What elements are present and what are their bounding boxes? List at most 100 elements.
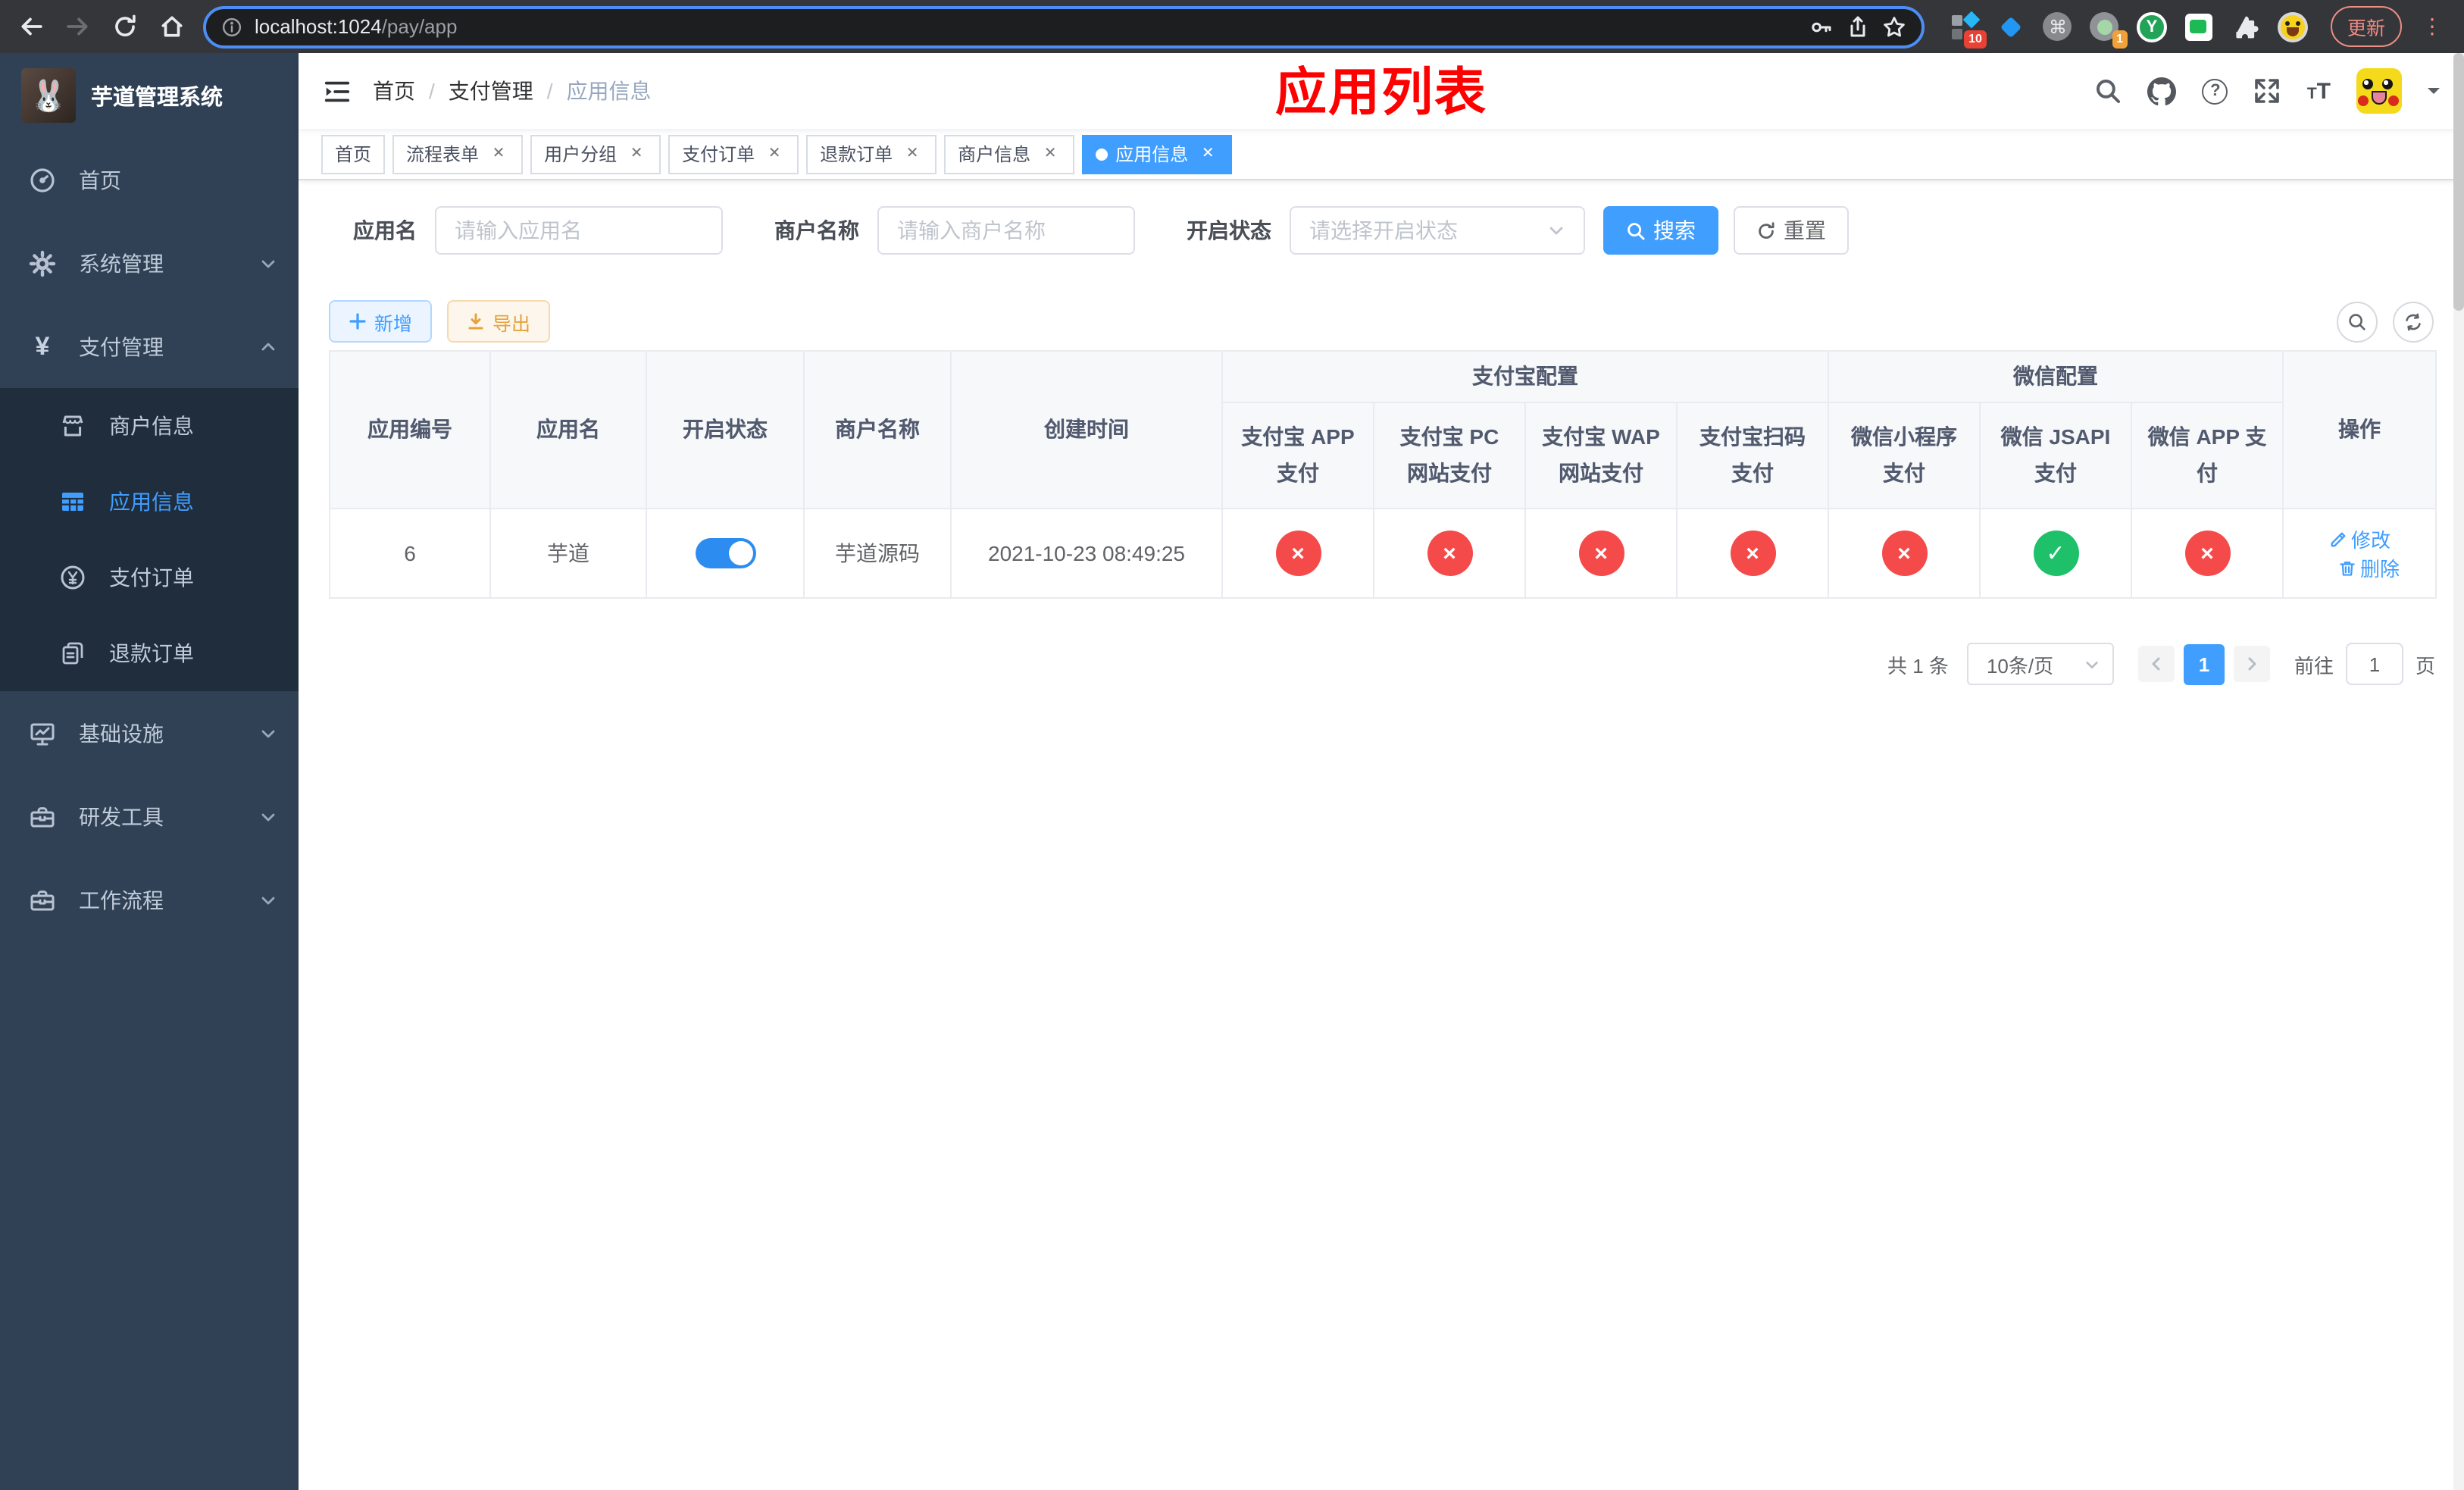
- sidebar-item-workflow[interactable]: 工作流程: [0, 858, 299, 941]
- sidebar-item-system[interactable]: 系统管理: [0, 221, 299, 305]
- col-wx-jsapi: 微信 JSAPI 支付: [1979, 402, 2132, 509]
- url-bar[interactable]: localhost:1024/pay/app: [203, 5, 1925, 48]
- next-page-button[interactable]: [2233, 646, 2270, 682]
- sidebar-item-pay[interactable]: ¥ 支付管理: [0, 305, 299, 388]
- goto-page-input[interactable]: 1: [2345, 643, 2403, 685]
- page-size-select[interactable]: 10条/页: [1966, 643, 2114, 685]
- extension-gem-icon[interactable]: [1996, 11, 2026, 42]
- cell-created: 2021-10-23 08:49:25: [950, 508, 1223, 599]
- add-button[interactable]: 新增: [329, 300, 433, 343]
- github-icon[interactable]: [2147, 77, 2177, 105]
- sidebar-item-home[interactable]: 首页: [0, 138, 299, 221]
- trash-icon: [2339, 561, 2354, 575]
- status-toggle[interactable]: [695, 538, 755, 568]
- group-wechat-config: 微信配置: [1827, 350, 2284, 403]
- app-name-input[interactable]: [455, 218, 703, 243]
- export-button[interactable]: 导出: [447, 300, 551, 343]
- close-icon[interactable]: [488, 143, 509, 164]
- app-name-label: 应用名: [353, 218, 417, 243]
- browser-menu-icon[interactable]: ⋮: [2422, 14, 2443, 39]
- back-icon[interactable]: [18, 14, 44, 39]
- chevron-down-icon: [259, 807, 277, 825]
- merchant-name-label: 商户名称: [774, 218, 859, 243]
- toolbox-icon: [27, 803, 58, 830]
- bookmark-star-icon[interactable]: [1882, 14, 1906, 39]
- sidebar-item-pay-order[interactable]: 支付订单: [0, 540, 299, 615]
- documents-icon: [58, 640, 88, 667]
- refresh-table-button[interactable]: [2393, 301, 2434, 342]
- extension-chat-icon[interactable]: [2184, 11, 2214, 42]
- prev-page-button[interactable]: [2137, 646, 2175, 682]
- edit-link[interactable]: 修改: [2328, 524, 2391, 553]
- sidebar-collapse-icon[interactable]: [323, 77, 352, 105]
- forward-icon[interactable]: [65, 14, 91, 39]
- sidebar-item-merchant[interactable]: 商户信息: [0, 388, 299, 464]
- chevron-down-icon: [259, 724, 277, 742]
- reset-button[interactable]: 重置: [1734, 206, 1849, 255]
- font-size-icon[interactable]: TT: [2307, 78, 2331, 104]
- close-icon[interactable]: [626, 143, 647, 164]
- col-app-name: 应用名: [489, 350, 647, 509]
- extensions-puzzle-icon[interactable]: [2231, 11, 2261, 42]
- breadcrumb-home[interactable]: 首页: [373, 76, 415, 106]
- browser-window: localhost:1024/pay/app 10 ⌘ 1 Y 更新 ⋮ 🐰 芋…: [0, 0, 2464, 1490]
- tab-merchant-info[interactable]: 商户信息: [944, 134, 1075, 174]
- app-table: 应用编号 应用名 开启状态 商户名称 创建时间 支付宝配置 微信配置 操作 支付…: [329, 350, 2437, 599]
- extension-sketch-icon[interactable]: 10: [1949, 10, 1987, 48]
- reload-icon[interactable]: [112, 14, 138, 39]
- page-suffix: 页: [2415, 654, 2435, 677]
- tab-user-group[interactable]: 用户分组: [530, 134, 661, 174]
- search-form: 应用名 商户名称 开启状态 请选择开启状态 搜索 重置: [353, 206, 2434, 255]
- shop-icon: [58, 412, 88, 440]
- search-icon: [1628, 222, 1645, 239]
- tab-home[interactable]: 首页: [321, 134, 386, 174]
- extension-command-icon[interactable]: ⌘: [2043, 11, 2073, 42]
- chevron-down-icon: [259, 891, 277, 909]
- sidebar-item-app-info[interactable]: 应用信息: [0, 464, 299, 540]
- site-info-icon[interactable]: [221, 16, 242, 37]
- toolbox-icon: [27, 886, 58, 913]
- close-icon[interactable]: [1040, 143, 1061, 164]
- extension-badge: 1: [2112, 30, 2128, 48]
- breadcrumb-pay[interactable]: 支付管理: [449, 76, 533, 106]
- col-alipay-app: 支付宝 APP 支付: [1221, 402, 1374, 509]
- password-key-icon[interactable]: [1809, 14, 1834, 39]
- tab-pay-order[interactable]: 支付订单: [668, 134, 799, 174]
- search-button[interactable]: 搜索: [1603, 206, 1718, 255]
- page-number-1[interactable]: 1: [2183, 643, 2225, 684]
- chevron-right-icon: [2248, 657, 2256, 671]
- status-select[interactable]: 请选择开启状态: [1290, 206, 1585, 255]
- sidebar-item-refund-order[interactable]: 退款订单: [0, 615, 299, 691]
- close-icon[interactable]: [764, 143, 785, 164]
- search-icon[interactable]: [2095, 77, 2122, 105]
- search-icon: [2349, 313, 2366, 330]
- toggle-search-button[interactable]: [2337, 301, 2378, 342]
- close-icon[interactable]: [902, 143, 923, 164]
- close-icon[interactable]: [1197, 143, 1218, 164]
- app-logo[interactable]: 🐰 芋道管理系统: [0, 53, 299, 138]
- sidebar-item-dev-tools[interactable]: 研发工具: [0, 775, 299, 858]
- fullscreen-icon[interactable]: [2254, 77, 2281, 105]
- table-toolbar: 新增 导出: [329, 300, 2434, 343]
- tab-app-info[interactable]: 应用信息: [1082, 134, 1233, 174]
- chrome-update-button[interactable]: 更新: [2330, 6, 2402, 47]
- tags-view: 首页 流程表单 用户分组 支付订单 退款订单 商户信息 应用信息: [299, 129, 2464, 180]
- page-scrollbar[interactable]: [2453, 53, 2464, 1490]
- extension-badge: 10: [1964, 30, 1987, 48]
- help-icon[interactable]: ?: [2202, 78, 2228, 104]
- tab-process-form[interactable]: 流程表单: [392, 134, 524, 174]
- avatar-dropdown-icon[interactable]: [2428, 88, 2440, 100]
- sidebar-item-infra[interactable]: 基础设施: [0, 691, 299, 775]
- delete-link[interactable]: 删除: [2337, 553, 2400, 582]
- profile-avatar[interactable]: [2277, 11, 2308, 42]
- user-avatar[interactable]: [2356, 68, 2402, 114]
- home-icon[interactable]: [159, 14, 185, 39]
- extension-y-icon[interactable]: Y: [2136, 11, 2167, 42]
- page-content: 应用名 商户名称 开启状态 请选择开启状态 搜索 重置: [299, 180, 2464, 1490]
- wx-app-status-icon: ×: [2184, 531, 2230, 576]
- col-alipay-qr: 支付宝扫码支付: [1676, 402, 1829, 509]
- tab-refund-order[interactable]: 退款订单: [806, 134, 937, 174]
- merchant-name-input[interactable]: [897, 218, 1115, 243]
- extension-recorder-icon[interactable]: 1: [2090, 11, 2128, 48]
- share-icon[interactable]: [1846, 14, 1870, 39]
